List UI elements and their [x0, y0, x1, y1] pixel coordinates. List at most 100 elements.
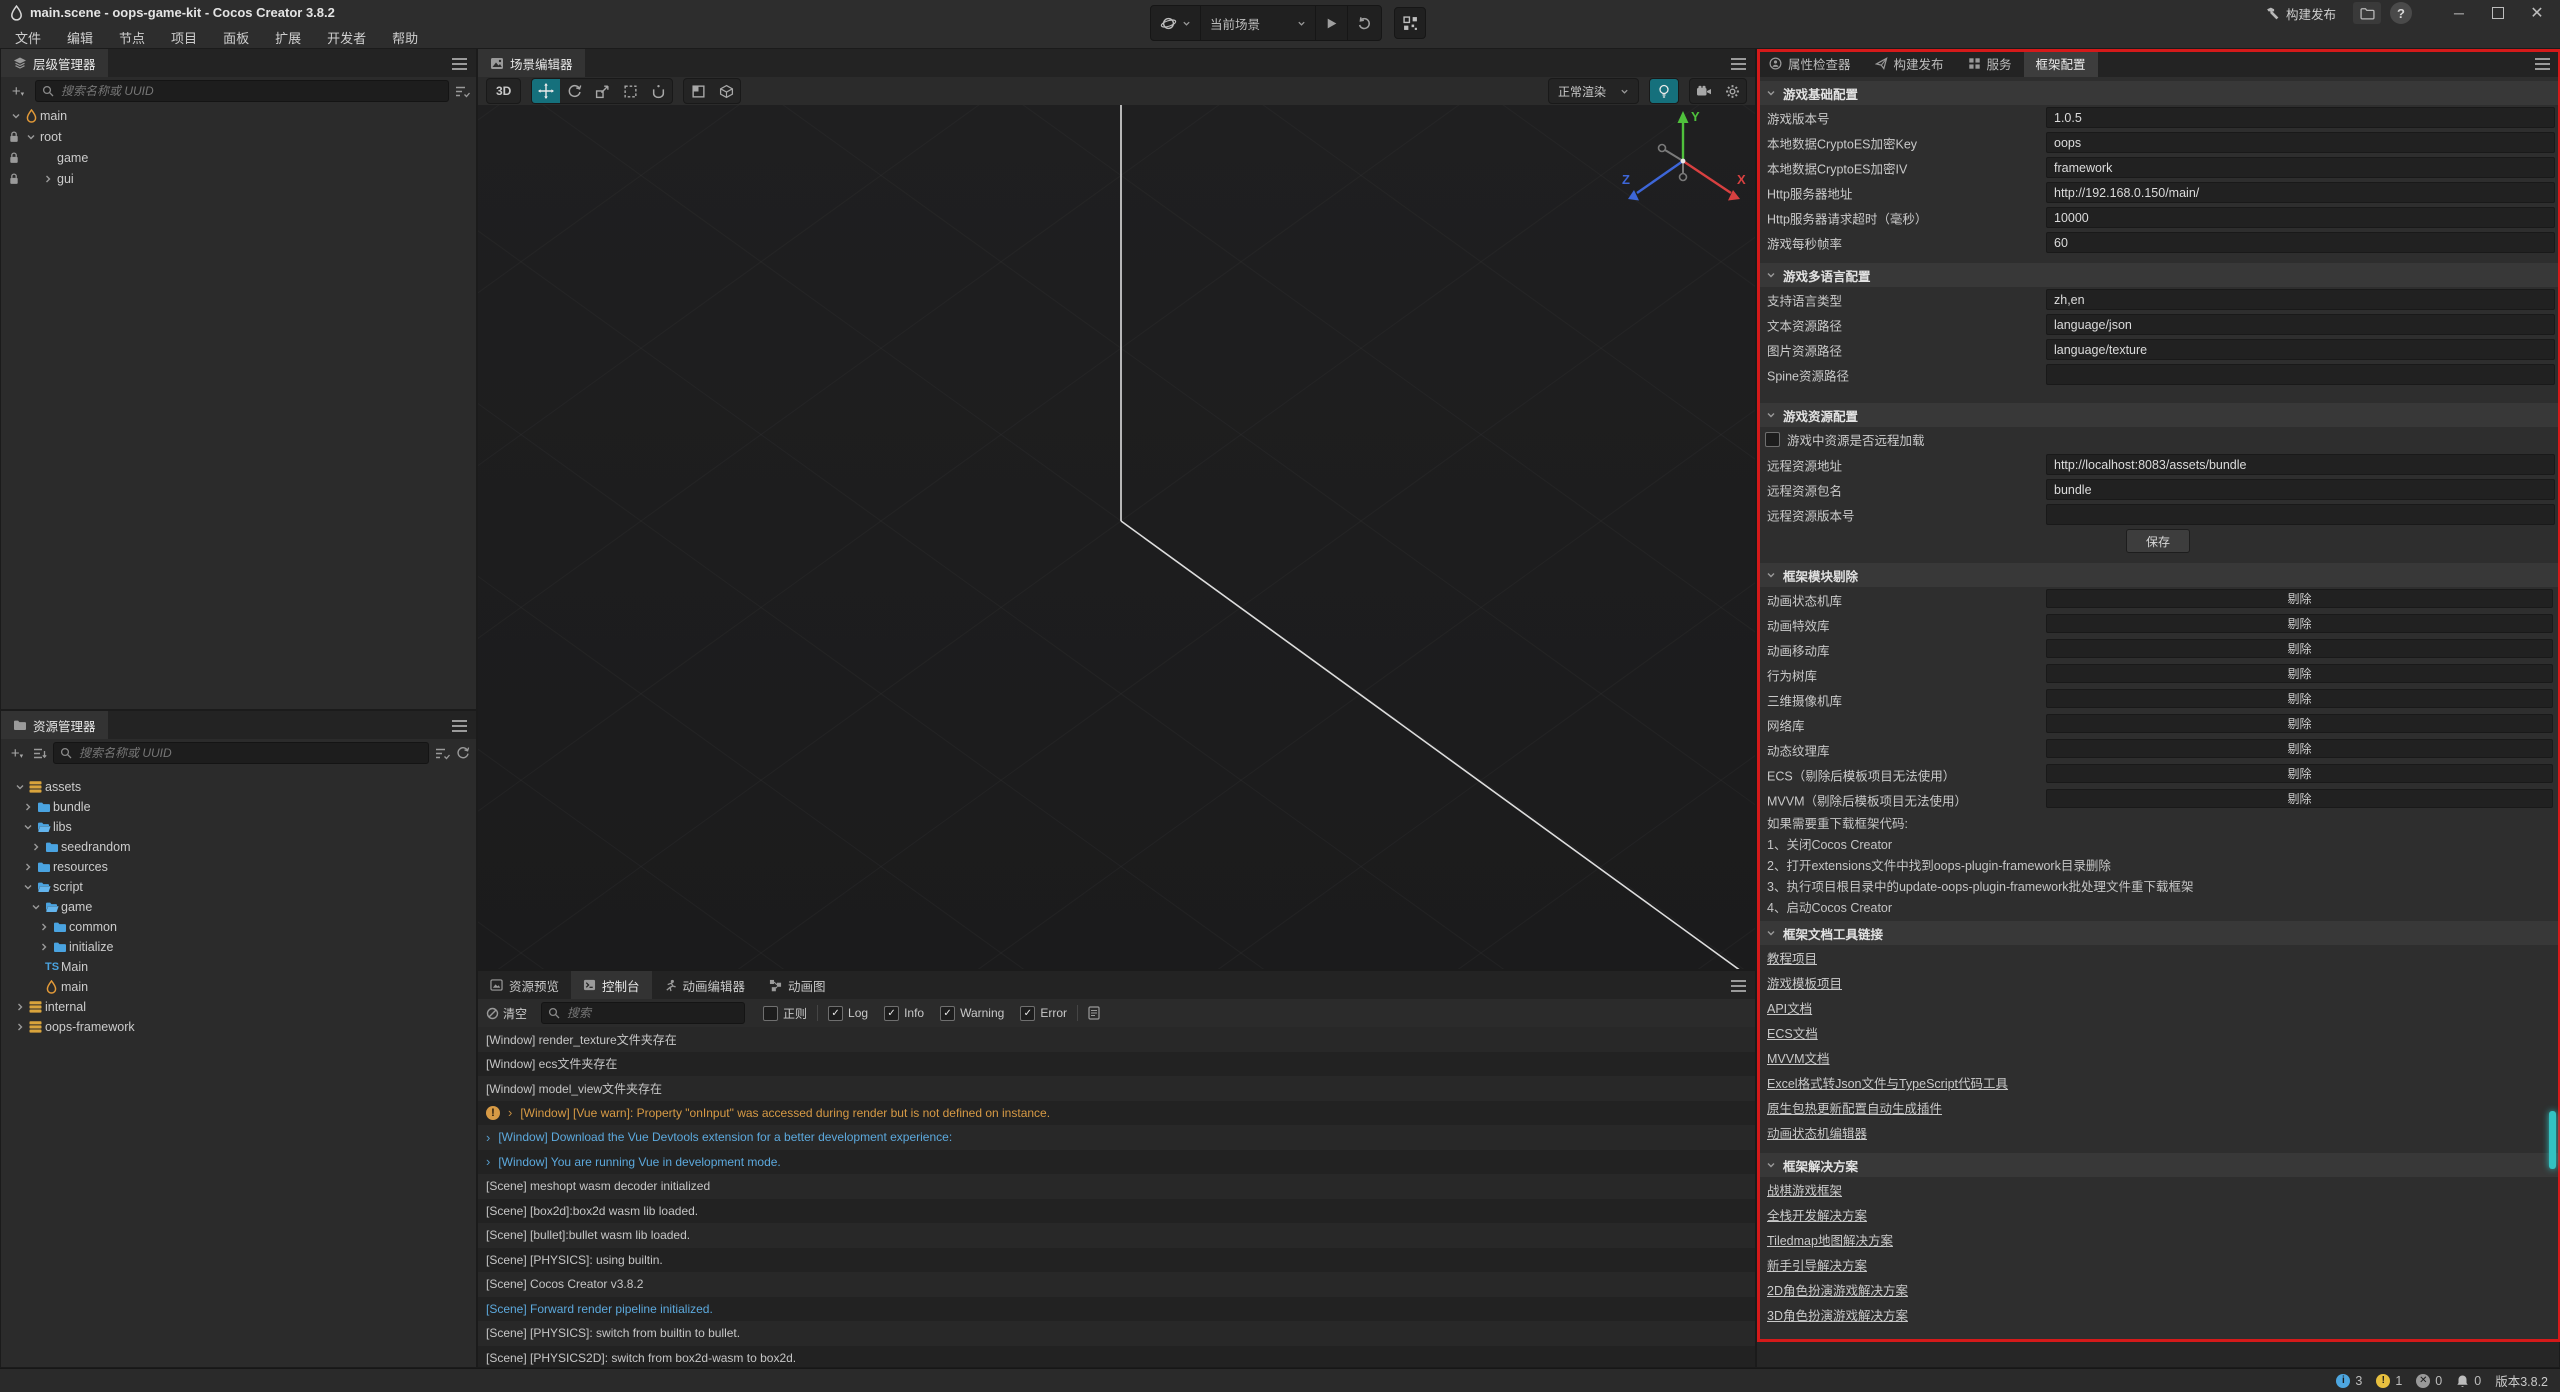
field-input[interactable]: [2046, 504, 2555, 525]
console-tab-2[interactable]: 控制台: [571, 971, 652, 999]
console-message[interactable]: ›[Window] You are running Vue in develop…: [478, 1150, 1755, 1175]
expand-arrow-icon[interactable]: ›: [508, 1105, 512, 1120]
menu-item[interactable]: 文件: [2, 26, 54, 48]
lighting-toggle-button[interactable]: [1650, 79, 1678, 103]
chevron-right-icon[interactable]: [31, 842, 41, 852]
doc-link[interactable]: 战棋游戏框架: [1767, 1180, 1842, 1199]
scale-tool-button[interactable]: [588, 79, 616, 103]
chevron-right-icon[interactable]: [43, 174, 53, 184]
rect-tool-button[interactable]: [616, 79, 644, 103]
reload-button[interactable]: [1348, 6, 1381, 40]
status-info[interactable]: i 3: [2336, 1374, 2362, 1388]
render-mode-dropdown[interactable]: 正常渲染: [1548, 78, 1639, 104]
scene-camera-button[interactable]: [1690, 79, 1718, 103]
field-input[interactable]: [2046, 207, 2555, 228]
console-message[interactable]: [Scene] meshopt wasm decoder initialized: [478, 1174, 1755, 1199]
status-error[interactable]: ✕ 0: [2416, 1374, 2442, 1388]
view-gizmo[interactable]: Y X Z: [1621, 107, 1751, 222]
field-input[interactable]: [2046, 182, 2555, 203]
console-message[interactable]: !›[Window] [Vue warn]: Property "onInput…: [478, 1101, 1755, 1126]
console-message[interactable]: [Window] model_view文件夹存在: [478, 1076, 1755, 1101]
lock-icon[interactable]: [8, 151, 20, 164]
chevron-right-icon[interactable]: [39, 942, 49, 952]
chevron-down-icon[interactable]: [11, 111, 21, 121]
console-search[interactable]: [541, 1002, 745, 1024]
status-notifications[interactable]: 0: [2456, 1374, 2481, 1388]
section-header[interactable]: 框架文档工具链接: [1757, 921, 2559, 945]
menu-item[interactable]: 帮助: [379, 26, 431, 48]
tree-node-script[interactable]: script: [1, 877, 476, 897]
trim-button[interactable]: 剔除: [2046, 589, 2553, 608]
field-input[interactable]: [2046, 232, 2555, 253]
trim-button[interactable]: 剔除: [2046, 614, 2553, 633]
console-message[interactable]: [Scene] [PHYSICS]: using builtin.: [478, 1248, 1755, 1273]
filter-warning[interactable]: ✓Warning: [940, 1006, 1004, 1021]
console-message[interactable]: [Scene] [box2d]:box2d wasm lib loaded.: [478, 1199, 1755, 1224]
menu-item[interactable]: 扩展: [262, 26, 314, 48]
console-tab-4[interactable]: 动画图: [757, 971, 838, 999]
add-node-button[interactable]: +▾: [7, 83, 29, 100]
console-tab-1[interactable]: 资源预览: [478, 971, 571, 999]
filter-error[interactable]: ✓Error: [1020, 1006, 1067, 1021]
chevron-down-icon[interactable]: [31, 902, 41, 912]
console-message[interactable]: ›[Window] Download the Vue Devtools exte…: [478, 1125, 1755, 1150]
tree-node-libs[interactable]: libs: [1, 817, 476, 837]
hierarchy-filter-icon[interactable]: [455, 85, 470, 98]
add-asset-button[interactable]: +▾: [7, 745, 27, 762]
doc-link[interactable]: ECS文档: [1767, 1023, 1818, 1042]
tree-node-game[interactable]: game: [1, 147, 476, 168]
trim-button[interactable]: 剔除: [2046, 639, 2553, 658]
remote-load-checkbox[interactable]: [1765, 432, 1780, 447]
assets-filter-icon[interactable]: [435, 747, 450, 760]
doc-link[interactable]: 3D角色扮演游戏解决方案: [1767, 1305, 1908, 1324]
console-message[interactable]: [Scene] Forward render pipeline initiali…: [478, 1297, 1755, 1322]
tree-node-oops-framework[interactable]: oops-framework: [1, 1017, 476, 1037]
tree-node-resources[interactable]: resources: [1, 857, 476, 877]
tree-node-initialize[interactable]: initialize: [1, 937, 476, 957]
chevron-down-icon[interactable]: [1766, 270, 1776, 280]
trim-button[interactable]: 剔除: [2046, 664, 2553, 683]
chevron-down-icon[interactable]: [1766, 1160, 1776, 1170]
chevron-down-icon[interactable]: [1766, 570, 1776, 580]
chevron-right-icon[interactable]: [23, 862, 33, 872]
doc-link[interactable]: MVVM文档: [1767, 1048, 1830, 1067]
console-menu-icon[interactable]: [1731, 980, 1746, 982]
tab-hierarchy[interactable]: 层级管理器: [1, 49, 108, 77]
preview-qr-button[interactable]: [1394, 7, 1426, 39]
field-input[interactable]: [2046, 289, 2555, 310]
field-input[interactable]: [2046, 107, 2555, 128]
remote-load-toggle[interactable]: 游戏中资源是否远程加载: [1757, 427, 2559, 452]
field-input[interactable]: [2046, 364, 2555, 385]
tree-node-game[interactable]: game: [1, 897, 476, 917]
tree-node-main[interactable]: main: [1, 977, 476, 997]
hierarchy-menu-icon[interactable]: [452, 58, 467, 60]
scrollbar-thumb[interactable]: [2549, 1111, 2556, 1169]
tree-node-Main[interactable]: TSMain: [1, 957, 476, 977]
tree-node-internal[interactable]: internal: [1, 997, 476, 1017]
tab-scene-editor[interactable]: 场景编辑器: [478, 49, 585, 77]
window-minimize-button[interactable]: ─: [2444, 2, 2474, 24]
window-close-button[interactable]: ✕: [2522, 2, 2552, 24]
play-button[interactable]: [1316, 6, 1348, 40]
regex-toggle[interactable]: 正则: [763, 1005, 807, 1022]
filter-info[interactable]: ✓Info: [884, 1006, 924, 1021]
doc-link[interactable]: API文档: [1767, 998, 1812, 1017]
sort-assets-icon[interactable]: [33, 747, 47, 760]
lock-icon[interactable]: [8, 130, 20, 143]
tree-node-main[interactable]: main: [1, 105, 476, 126]
panel-tab-3[interactable]: 服务: [1956, 49, 2024, 77]
coordinate-toggle-button[interactable]: [712, 79, 740, 103]
menu-item[interactable]: 面板: [210, 26, 262, 48]
chevron-right-icon[interactable]: [15, 1022, 25, 1032]
section-header[interactable]: 框架解决方案: [1757, 1153, 2559, 1177]
field-input[interactable]: [2046, 339, 2555, 360]
doc-link[interactable]: 新手引导解决方案: [1767, 1255, 1867, 1274]
tree-node-assets[interactable]: assets: [1, 777, 476, 797]
assets-search[interactable]: [53, 742, 429, 764]
field-input[interactable]: [2046, 454, 2555, 475]
open-folder-button[interactable]: [2353, 2, 2381, 24]
section-header[interactable]: 框架模块剔除: [1757, 563, 2559, 587]
chevron-down-icon[interactable]: [1766, 88, 1776, 98]
console-message[interactable]: [Scene] [PHYSICS]: switch from builtin t…: [478, 1321, 1755, 1346]
menu-item[interactable]: 编辑: [54, 26, 106, 48]
